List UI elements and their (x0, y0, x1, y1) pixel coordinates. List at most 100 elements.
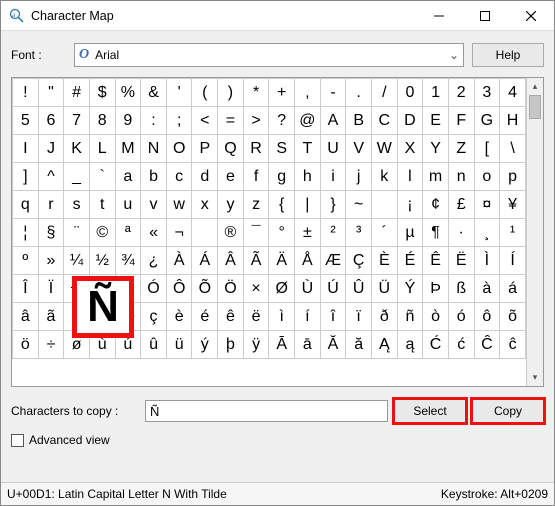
minimize-button[interactable] (416, 1, 462, 31)
char-cell[interactable]: ö (13, 331, 39, 359)
char-cell[interactable]: ñ (397, 303, 423, 331)
char-cell[interactable]: / (371, 79, 397, 107)
char-cell[interactable]: F (448, 107, 474, 135)
char-cell[interactable]: Í (500, 247, 526, 275)
char-cell[interactable]: % (115, 79, 141, 107)
char-cell[interactable]: g (269, 163, 295, 191)
maximize-button[interactable] (462, 1, 508, 31)
char-cell[interactable]: x (192, 191, 218, 219)
char-cell[interactable]: 7 (64, 107, 90, 135)
char-cell[interactable]: ã (38, 303, 64, 331)
char-cell[interactable]: p (500, 163, 526, 191)
char-cell[interactable]: ` (89, 163, 115, 191)
char-cell[interactable]: + (269, 79, 295, 107)
char-cell[interactable]: ¾ (115, 247, 141, 275)
close-button[interactable] (508, 1, 554, 31)
char-cell[interactable]: q (13, 191, 39, 219)
char-cell[interactable]: ă (346, 331, 372, 359)
char-cell[interactable]: a (115, 163, 141, 191)
char-cell[interactable]: O (166, 135, 192, 163)
char-cell[interactable]: í (295, 303, 321, 331)
char-cell[interactable]: } (320, 191, 346, 219)
char-cell[interactable]: @ (295, 107, 321, 135)
char-cell[interactable]: U (320, 135, 346, 163)
char-cell[interactable]: » (38, 247, 64, 275)
char-cell[interactable]: ( (192, 79, 218, 107)
char-cell[interactable]: k (371, 163, 397, 191)
scroll-down-icon[interactable]: ▾ (527, 369, 543, 386)
char-cell[interactable]: ? (269, 107, 295, 135)
char-cell[interactable]: ¼ (64, 247, 90, 275)
selected-char-zoom[interactable]: Ñ (72, 276, 134, 338)
char-cell[interactable]: ß (448, 275, 474, 303)
char-cell[interactable]: þ (218, 331, 244, 359)
char-cell[interactable]: 0 (397, 79, 423, 107)
char-cell[interactable]: ~ (346, 191, 372, 219)
char-cell[interactable]: ª (115, 219, 141, 247)
char-cell[interactable]: $ (89, 79, 115, 107)
font-dropdown[interactable]: O Arial ⌄ (74, 43, 464, 67)
char-cell[interactable]: Ë (448, 247, 474, 275)
char-cell[interactable]: § (38, 219, 64, 247)
char-cell[interactable]: 4 (500, 79, 526, 107)
char-cell[interactable]: w (166, 191, 192, 219)
char-cell[interactable]: î (320, 303, 346, 331)
char-cell[interactable]: Ĉ (474, 331, 500, 359)
char-cell[interactable]: µ (397, 219, 423, 247)
char-cell[interactable]: Û (346, 275, 372, 303)
char-cell[interactable]: ® (218, 219, 244, 247)
char-cell[interactable]: < (192, 107, 218, 135)
char-cell[interactable]: ­ (192, 219, 218, 247)
char-cell[interactable]: ' (166, 79, 192, 107)
char-cell[interactable]: K (64, 135, 90, 163)
char-cell[interactable]: ā (295, 331, 321, 359)
char-cell[interactable]: J (38, 135, 64, 163)
char-cell[interactable]: X (397, 135, 423, 163)
char-cell[interactable]: 9 (115, 107, 141, 135)
char-cell[interactable]: # (64, 79, 90, 107)
char-cell[interactable]: R (243, 135, 269, 163)
char-cell[interactable]: ¥ (500, 191, 526, 219)
char-cell[interactable]: ¿ (141, 247, 167, 275)
char-cell[interactable]: _ (64, 163, 90, 191)
char-cell[interactable]: - (320, 79, 346, 107)
char-cell[interactable]: E (423, 107, 449, 135)
char-cell[interactable]: v (141, 191, 167, 219)
char-cell[interactable]: . (346, 79, 372, 107)
char-cell[interactable]: H (500, 107, 526, 135)
char-cell[interactable]: ð (371, 303, 397, 331)
char-cell[interactable]: Ã (243, 247, 269, 275)
char-cell[interactable]: ¶ (423, 219, 449, 247)
char-cell[interactable]: \ (500, 135, 526, 163)
char-cell[interactable]: ¡ (397, 191, 423, 219)
grid-scrollbar[interactable]: ▴ ▾ (526, 78, 543, 386)
char-cell[interactable]: ç (141, 303, 167, 331)
char-cell[interactable]: V (346, 135, 372, 163)
char-cell[interactable]: Q (218, 135, 244, 163)
char-cell[interactable]: u (115, 191, 141, 219)
char-cell[interactable]: ý (192, 331, 218, 359)
char-cell[interactable]: G (474, 107, 500, 135)
char-cell[interactable]: à (474, 275, 500, 303)
char-cell[interactable]: m (423, 163, 449, 191)
char-cell[interactable]: ) (218, 79, 244, 107)
char-cell[interactable]: × (243, 275, 269, 303)
char-cell[interactable]: * (243, 79, 269, 107)
char-cell[interactable]: L (89, 135, 115, 163)
char-cell[interactable]: Z (448, 135, 474, 163)
char-cell[interactable]: Á (192, 247, 218, 275)
char-cell[interactable]: Ā (269, 331, 295, 359)
char-cell[interactable]: ë (243, 303, 269, 331)
char-cell[interactable]: > (243, 107, 269, 135)
char-cell[interactable]: [ (474, 135, 500, 163)
char-cell[interactable]: h (295, 163, 321, 191)
char-cell[interactable]: Ï (38, 275, 64, 303)
char-cell[interactable]: W (371, 135, 397, 163)
char-cell[interactable]: S (269, 135, 295, 163)
char-cell[interactable]: ą (397, 331, 423, 359)
char-cell[interactable]: N (141, 135, 167, 163)
char-cell[interactable]: £ (448, 191, 474, 219)
char-cell[interactable]: Ù (295, 275, 321, 303)
char-cell[interactable]: Y (423, 135, 449, 163)
char-cell[interactable]: ì (269, 303, 295, 331)
